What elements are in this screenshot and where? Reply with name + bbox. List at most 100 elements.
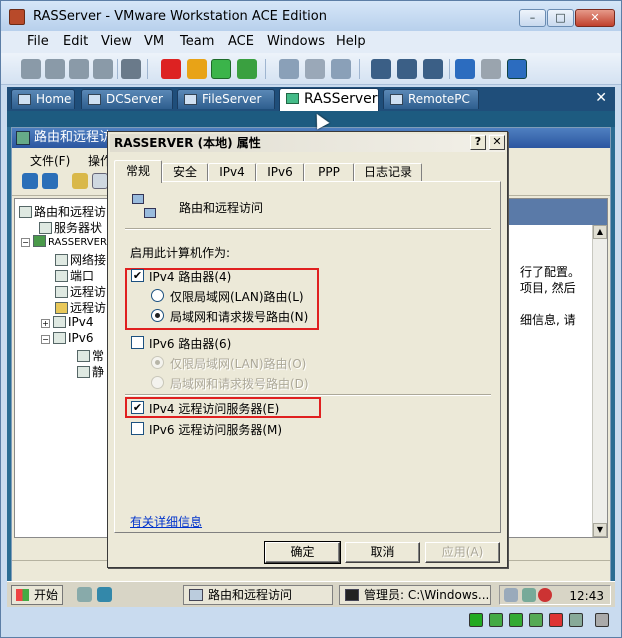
- close-tab-icon[interactable]: ✕: [595, 90, 607, 106]
- device-led-icon[interactable]: [469, 613, 483, 627]
- start-button[interactable]: 开始: [11, 585, 63, 605]
- cmd-icon: [345, 589, 359, 601]
- console-view-icon[interactable]: [507, 59, 527, 79]
- reset-icon[interactable]: [237, 59, 257, 79]
- mmc-menu-file[interactable]: 文件(F): [30, 152, 70, 169]
- tree-node-ipv4[interactable]: + IPv4: [41, 315, 94, 329]
- device-led-icon[interactable]: [529, 613, 543, 627]
- ipv6-router-label: IPv6 路由器(6): [149, 337, 232, 351]
- device-led-icon[interactable]: [489, 613, 503, 627]
- back-icon[interactable]: [22, 173, 38, 189]
- tree-node-remote-policies[interactable]: 远程访: [55, 299, 106, 316]
- menu-vm[interactable]: VM: [144, 34, 164, 49]
- tree-node-rasserver[interactable]: − RASSERVER: [21, 235, 107, 248]
- scroll-up-icon[interactable]: ▲: [593, 225, 607, 239]
- ok-button[interactable]: 确定: [264, 541, 341, 564]
- tab-home[interactable]: Home: [11, 89, 75, 109]
- power-on-icon[interactable]: [211, 59, 231, 79]
- show-tree-icon[interactable]: [92, 173, 108, 189]
- tab-general[interactable]: 常规: [114, 160, 162, 183]
- menu-windows[interactable]: Windows: [267, 34, 325, 49]
- menu-file[interactable]: File: [27, 34, 49, 49]
- tree-node-ipv6[interactable]: − IPv6: [41, 331, 94, 345]
- server-icon: [33, 235, 46, 247]
- snapshot-icon[interactable]: [21, 59, 41, 79]
- dialog-title: RASSERVER (本地) 属性: [110, 134, 505, 152]
- tab-dcserver[interactable]: DCServer: [81, 89, 173, 109]
- tree-node-network-interfaces[interactable]: 网络接: [55, 251, 106, 268]
- appliance-view-icon[interactable]: [481, 59, 501, 79]
- menu-team[interactable]: Team: [180, 34, 214, 49]
- ipv4-ras-checkbox[interactable]: [131, 401, 144, 414]
- tree-node-server-status[interactable]: 服务器状: [39, 219, 102, 236]
- tab-security[interactable]: 安全: [162, 163, 208, 182]
- details-text-line: 行了配置。: [520, 265, 581, 279]
- expand-icon[interactable]: +: [41, 319, 50, 328]
- more-info-link[interactable]: 有关详细信息: [130, 513, 202, 530]
- full-screen-icon[interactable]: [423, 59, 443, 79]
- tab-ipv4[interactable]: IPv4: [208, 163, 256, 182]
- tree-node-static-routes[interactable]: 静: [77, 363, 104, 380]
- vertical-scrollbar[interactable]: ▲ ▼: [592, 225, 607, 537]
- menu-view[interactable]: View: [101, 34, 132, 49]
- show-desktop-icon[interactable]: [97, 587, 112, 602]
- revert-snapshot-icon[interactable]: [305, 59, 325, 79]
- tab-ppp[interactable]: PPP: [304, 163, 354, 182]
- ipv6-router-checkbox[interactable]: [131, 336, 144, 349]
- tab-fileserver[interactable]: FileServer: [177, 89, 275, 109]
- team-icon[interactable]: [93, 59, 113, 79]
- message-icon[interactable]: [595, 613, 609, 627]
- ipv6-lan-demand-radio[interactable]: [151, 376, 164, 389]
- snapshot-manager-icon[interactable]: [69, 59, 89, 79]
- ipv6-ras-checkbox[interactable]: [131, 422, 144, 435]
- take-snapshot-icon[interactable]: [279, 59, 299, 79]
- console-icon[interactable]: [121, 59, 141, 79]
- tab-rasserver[interactable]: RASServer: [279, 88, 379, 111]
- tab-logging[interactable]: 日志记录: [354, 163, 422, 182]
- up-folder-icon[interactable]: [72, 173, 88, 189]
- network-warning-icon[interactable]: [538, 588, 552, 602]
- device-led-icon[interactable]: [549, 613, 563, 627]
- summary-view-icon[interactable]: [455, 59, 475, 79]
- collapse-icon[interactable]: −: [41, 335, 50, 344]
- server-manager-icon[interactable]: [77, 587, 92, 602]
- network-tray-icon[interactable]: [504, 588, 518, 602]
- tree-node-general[interactable]: 常: [77, 347, 104, 364]
- maximize-button[interactable]: □: [547, 9, 574, 27]
- ipv4-lan-only-radio[interactable]: [151, 289, 164, 302]
- forward-icon[interactable]: [42, 173, 58, 189]
- dialog-close-button[interactable]: ✕: [489, 135, 505, 150]
- power-off-icon[interactable]: [161, 59, 181, 79]
- scroll-down-icon[interactable]: ▼: [593, 523, 607, 537]
- ipv6-lan-only-radio[interactable]: [151, 356, 164, 369]
- apply-button[interactable]: 应用(A): [425, 542, 500, 563]
- cancel-button[interactable]: 取消: [345, 542, 420, 563]
- menu-ace[interactable]: ACE: [228, 34, 254, 49]
- tree-node-root[interactable]: 路由和远程访: [19, 203, 106, 220]
- quick-switch-icon[interactable]: [397, 59, 417, 79]
- close-button[interactable]: ✕: [575, 9, 615, 27]
- sidebar-icon[interactable]: [371, 59, 391, 79]
- collapse-icon[interactable]: −: [21, 238, 30, 247]
- ipv4-lan-demand-radio[interactable]: [151, 309, 164, 322]
- menu-help[interactable]: Help: [336, 34, 366, 49]
- tab-ipv6[interactable]: IPv6: [256, 163, 304, 182]
- server-status-icon: [39, 222, 52, 234]
- menu-edit[interactable]: Edit: [63, 34, 88, 49]
- snapshot-manager-icon[interactable]: [331, 59, 351, 79]
- revert-icon[interactable]: [45, 59, 65, 79]
- device-led-icon[interactable]: [509, 613, 523, 627]
- tree-node-remote-clients[interactable]: 远程访: [55, 283, 106, 300]
- taskbar-item-rras[interactable]: 路由和远程访问: [183, 585, 333, 605]
- ipv4-router-checkbox[interactable]: [131, 269, 144, 282]
- suspend-icon[interactable]: [187, 59, 207, 79]
- volume-icon[interactable]: [522, 588, 536, 602]
- minimize-button[interactable]: –: [519, 9, 546, 27]
- tree-node-ports[interactable]: 端口: [55, 267, 94, 284]
- taskbar-item-cmd[interactable]: 管理员: C:\Windows...: [339, 585, 491, 605]
- title-bar: RASServer - VMware Workstation ACE Editi…: [1, 1, 621, 31]
- device-led-icon[interactable]: [569, 613, 583, 627]
- help-button[interactable]: ?: [470, 135, 486, 150]
- tab-remotepc[interactable]: RemotePC: [383, 89, 479, 109]
- divider: [125, 228, 491, 230]
